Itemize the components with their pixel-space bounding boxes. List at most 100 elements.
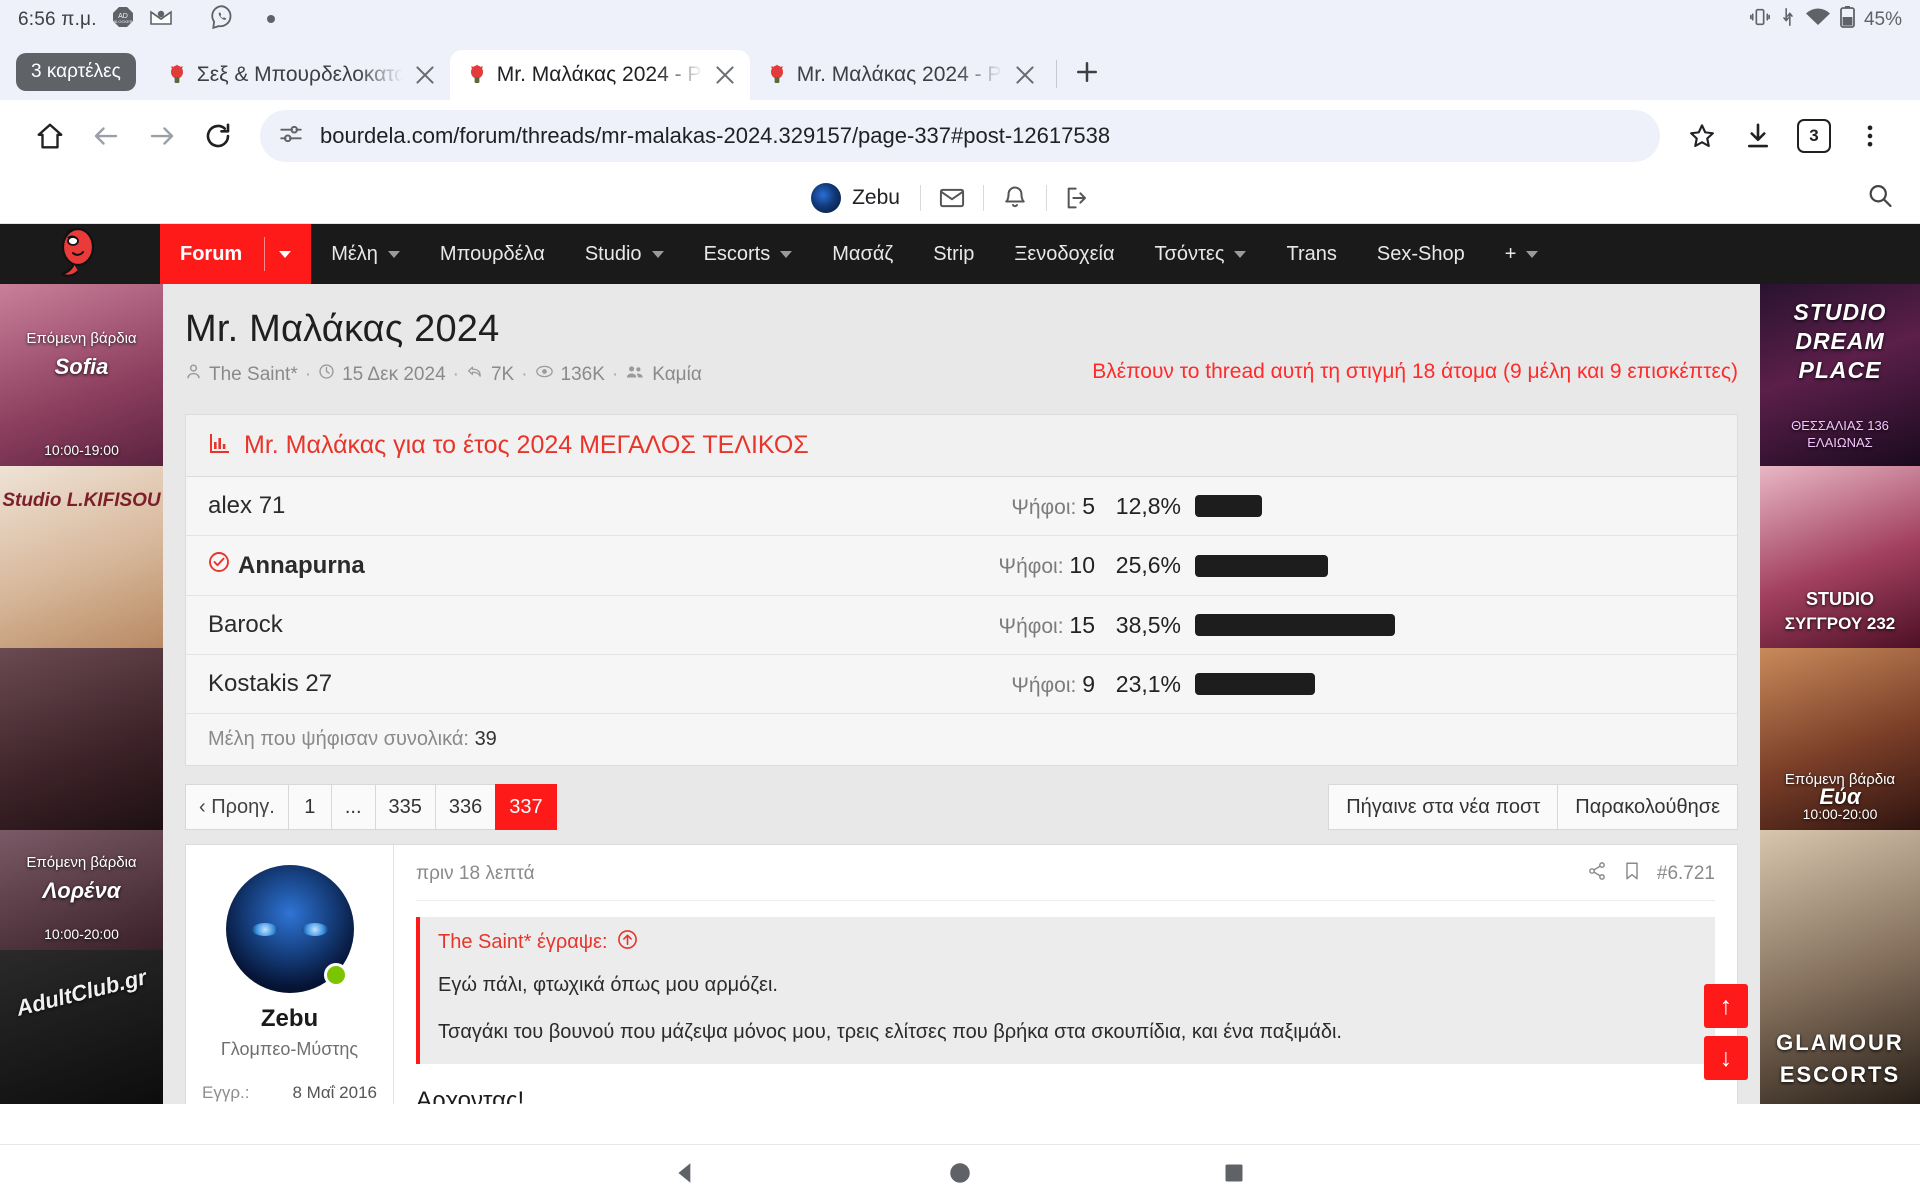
separator-dot: · xyxy=(611,363,619,385)
poll-bar-fill xyxy=(1195,554,1329,577)
user-chip[interactable]: Zebu xyxy=(811,182,920,213)
tab-count-badge[interactable]: 3 καρτέλες xyxy=(16,53,136,91)
ad-banner[interactable] xyxy=(0,648,163,830)
site-settings-icon[interactable] xyxy=(278,121,304,152)
back-triangle-icon[interactable] xyxy=(669,1156,703,1190)
nav-item-tsontes[interactable]: Τσόντες xyxy=(1135,224,1267,284)
page-button-336[interactable]: 336 xyxy=(434,784,497,830)
tab-counter-button[interactable]: 3 xyxy=(1786,108,1842,164)
nav-item-meli[interactable]: Μέλη xyxy=(311,224,420,284)
search-icon[interactable] xyxy=(1866,181,1894,214)
ad-banner[interactable]: Studio L.KIFISOU xyxy=(0,466,163,648)
ad-header: Επόμενη βάρδια xyxy=(26,854,137,871)
nav-item-studio[interactable]: Studio xyxy=(565,224,684,284)
nav-item-forum[interactable]: Forum xyxy=(160,224,312,284)
page-button-current[interactable]: 337 xyxy=(495,784,557,830)
nav-item-more[interactable]: + xyxy=(1485,224,1559,284)
nav-item-escorts[interactable]: Escorts xyxy=(684,224,813,284)
nav-item-strip[interactable]: Strip xyxy=(913,224,994,284)
page-button-335[interactable]: 335 xyxy=(374,784,436,830)
ad-banner[interactable]: Επόμενη βάρδια Εύα 10:00-20:00 xyxy=(1760,648,1920,830)
favicon-icon xyxy=(766,64,788,86)
chevron-down-icon[interactable] xyxy=(279,250,292,258)
close-icon[interactable] xyxy=(712,62,738,88)
logout-icon[interactable] xyxy=(1047,184,1109,212)
nav-item-label: Μέλη xyxy=(331,242,378,265)
close-icon[interactable] xyxy=(412,62,438,88)
ad-banner[interactable]: AdultClub.gr xyxy=(0,950,163,1104)
tab-divider xyxy=(1055,60,1057,88)
ad-banner[interactable]: STUDIO ΣΥΓΓΡΟΥ 232 xyxy=(1760,466,1920,648)
goto-new-posts-button[interactable]: Πήγαινε στα νέα ποστ xyxy=(1328,784,1559,830)
post-timestamp[interactable]: πριν 18 λεπτά xyxy=(416,863,535,885)
nav-item-label: Μασάζ xyxy=(832,242,894,265)
site-logo-icon[interactable] xyxy=(0,224,160,284)
page-button-1[interactable]: 1 xyxy=(287,784,332,830)
browser-tab-title: Mr. Μαλάκας 2024 - Page 337 xyxy=(496,63,703,86)
browser-tab-0[interactable]: Σεξ & Μπουρδελοκαταστάσεις xyxy=(150,50,450,100)
nav-item-trans[interactable]: Trans xyxy=(1266,224,1356,284)
poll-bar-fill xyxy=(1195,495,1262,517)
post-container: Zebu Γλομπεο-Μύστης Εγγρ.: 8 Μαΐ 2016 Μη… xyxy=(185,844,1738,1104)
address-bar[interactable]: bourdela.com/forum/threads/mr-malakas-20… xyxy=(260,110,1660,162)
dot-icon xyxy=(265,9,277,31)
page-ellipsis[interactable]: ... xyxy=(330,784,376,830)
quote-author[interactable]: The Saint* έγραψε: xyxy=(438,931,608,954)
chevron-down-icon[interactable] xyxy=(1526,250,1539,258)
nav-item-masaz[interactable]: Μασάζ xyxy=(812,224,913,284)
new-tab-button[interactable] xyxy=(1063,48,1111,96)
chevron-down-icon[interactable] xyxy=(1234,250,1247,258)
avatar[interactable] xyxy=(225,865,354,993)
poll-votes-value: 15 xyxy=(1069,611,1095,638)
menu-dots-icon[interactable] xyxy=(1842,108,1898,164)
bookmark-icon[interactable] xyxy=(1623,861,1641,887)
up-arrow-icon[interactable] xyxy=(617,929,638,956)
ad-banner[interactable]: Επόμενη βάρδια Sofia 10:00-19:00 xyxy=(0,284,163,466)
screen-root: 6:56 π.μ. AD BLOCKER 45% 3 καρτέλες Σεξ … xyxy=(0,0,1920,1200)
chevron-down-icon[interactable] xyxy=(651,250,664,258)
right-ad-rail: STUDIO DREAM PLACE ΘΕΣΣΑΛΙΑΣ 136 ΕΛΑΙΩΝΑ… xyxy=(1760,284,1920,1104)
ad-name: AdultClub.gr xyxy=(13,964,150,1021)
bookmark-star-icon[interactable] xyxy=(1674,108,1730,164)
joined-value: 8 Μαΐ 2016 xyxy=(292,1083,378,1102)
browser-tab-1[interactable]: Mr. Μαλάκας 2024 - Page 337 xyxy=(449,50,750,100)
home-circle-icon[interactable] xyxy=(943,1156,977,1190)
nav-item-sexshop[interactable]: Sex-Shop xyxy=(1357,224,1485,284)
close-icon[interactable] xyxy=(1012,62,1038,88)
chevron-down-icon[interactable] xyxy=(780,250,793,258)
nav-item-xenodoxeia[interactable]: Ξενοδοχεία xyxy=(994,224,1134,284)
post-author-name[interactable]: Zebu xyxy=(196,1005,383,1033)
back-icon[interactable] xyxy=(78,108,134,164)
separator-dot: · xyxy=(452,363,459,385)
poll-votes-label: Ψήφοι: xyxy=(998,555,1064,578)
post-text: Αρχοντας! Εγω δεν ειχα ουτε αυτα σήμερα. xyxy=(416,1082,1715,1104)
home-icon[interactable] xyxy=(22,108,78,164)
browser-tab-2[interactable]: Mr. Μαλάκας 2024 - Page 337 xyxy=(750,50,1050,100)
viewing-note: Βλέπουν το thread αυτή τη στιγμή 18 άτομ… xyxy=(1092,360,1738,383)
download-icon[interactable] xyxy=(1730,108,1786,164)
reload-icon[interactable] xyxy=(190,108,246,164)
inbox-icon[interactable] xyxy=(921,184,983,212)
wifi-icon xyxy=(1805,7,1831,33)
ad-name: Studio L.KIFISOU xyxy=(2,490,161,511)
ad-banner[interactable]: Επόμενη βάρδια Λορένα 10:00-20:00 xyxy=(0,830,163,950)
divider xyxy=(416,900,1715,901)
bell-icon[interactable] xyxy=(984,184,1046,212)
poll-option-label: Barock xyxy=(208,611,283,638)
watch-thread-button[interactable]: Παρακολούθησε xyxy=(1557,784,1738,830)
poll-option-label: alex 71 xyxy=(208,492,286,519)
thread-author[interactable]: The Saint* xyxy=(209,364,298,386)
page-prev-button[interactable]: ‹ Προηγ. xyxy=(185,784,289,830)
poll-percent: 12,8% xyxy=(1115,492,1181,519)
ad-banner[interactable]: GLAMOUR ESCORTS xyxy=(1760,830,1920,1104)
nav-item-bourdela[interactable]: Μπουρδέλα xyxy=(420,224,565,284)
ad-banner[interactable]: STUDIO DREAM PLACE ΘΕΣΣΑΛΙΑΣ 136 ΕΛΑΙΩΝΑ… xyxy=(1760,284,1920,466)
scroll-up-button[interactable]: ↑ xyxy=(1704,984,1748,1028)
scroll-down-button[interactable]: ↓ xyxy=(1704,1036,1748,1080)
recents-square-icon[interactable] xyxy=(1217,1156,1251,1190)
share-icon[interactable] xyxy=(1587,861,1607,887)
chevron-down-icon[interactable] xyxy=(387,250,400,258)
poll-votes-value: 10 xyxy=(1069,552,1095,578)
forward-icon[interactable] xyxy=(134,108,190,164)
post-number[interactable]: #6.721 xyxy=(1657,863,1715,885)
